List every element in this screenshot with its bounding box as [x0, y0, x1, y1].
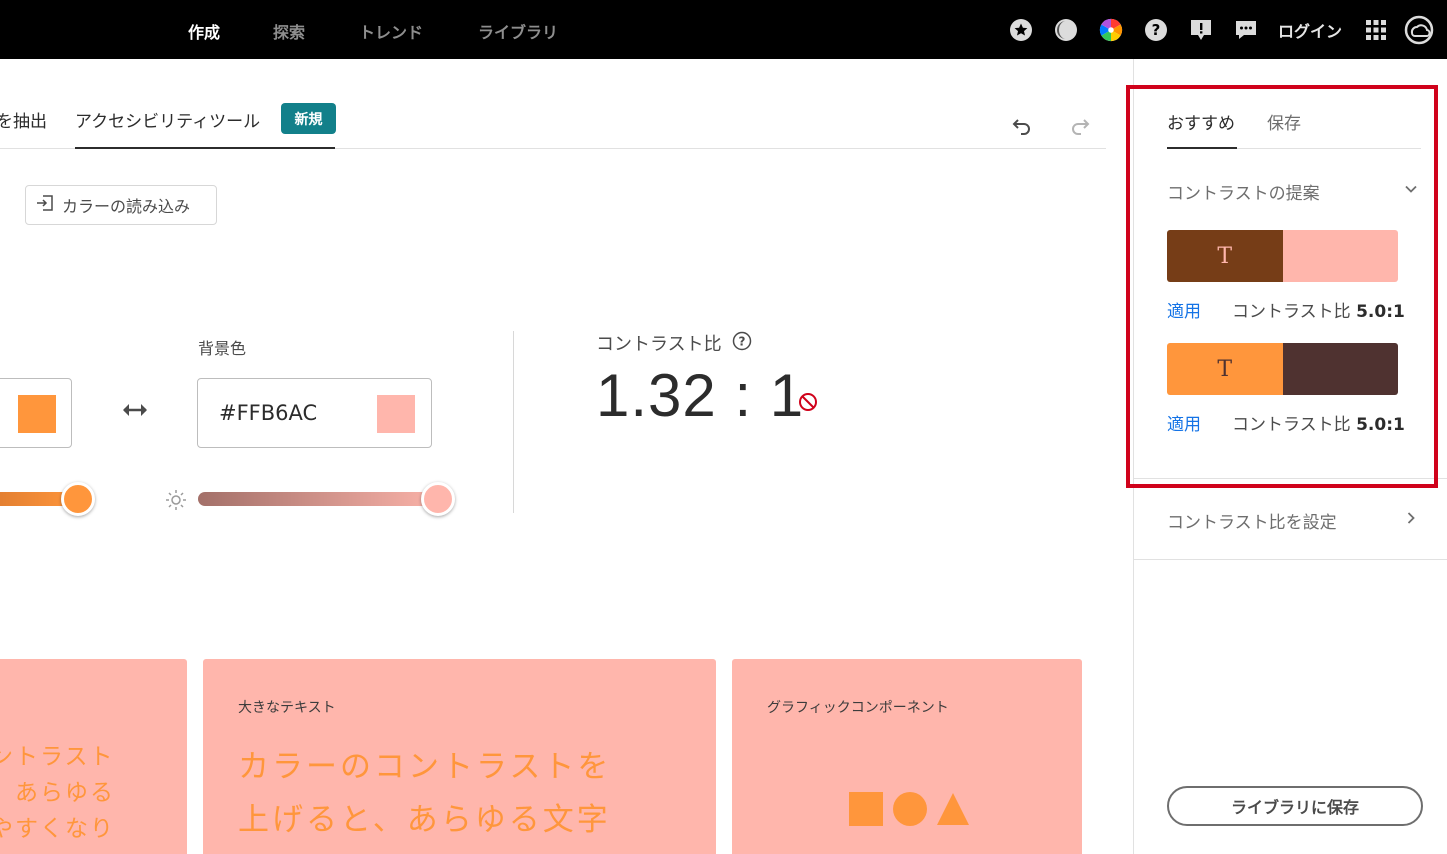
graphic-components-preview-card: グラフィックコンポーネント [732, 659, 1082, 854]
brightness-icon [165, 489, 187, 515]
contrast-ratio-label: コントラスト比 [596, 334, 722, 355]
circle-shape-icon [893, 792, 927, 826]
suggestion-ratio-value: 5.0:1 [1356, 302, 1405, 322]
background-color-slider-thumb[interactable] [421, 482, 455, 516]
creative-cloud-icon[interactable] [1404, 15, 1434, 45]
suggestion-swatch-pair[interactable]: T [1167, 230, 1398, 282]
chevron-right-icon[interactable] [1404, 510, 1418, 529]
chat-icon[interactable] [1234, 18, 1258, 42]
tab-extract-theme[interactable]: を抽出 [0, 107, 47, 132]
import-colors-button[interactable]: カラーの読み込み [25, 185, 217, 225]
suggestion-background-color [1282, 230, 1398, 282]
text-color-slider-thumb[interactable] [61, 482, 95, 516]
vertical-divider [513, 331, 514, 513]
graphic-components-title: グラフィックコンポーネント [767, 700, 949, 716]
active-tab-indicator [75, 147, 335, 149]
redo-icon[interactable] [1068, 114, 1092, 138]
info-icon[interactable]: ? [732, 331, 752, 356]
contrast-icon[interactable] [1054, 18, 1078, 42]
small-text-line: 、あらゆる [0, 780, 115, 806]
text-color-input[interactable] [0, 378, 72, 448]
tab-recommended[interactable]: おすすめ [1167, 109, 1235, 134]
tab-accessibility-tools[interactable]: アクセシビリティツール [75, 107, 260, 132]
suggestion-ratio-label: コントラスト比 [1232, 415, 1351, 435]
svg-text:?: ? [1152, 21, 1161, 39]
small-text-line: ントラスト [0, 744, 115, 770]
large-text-title: 大きなテキスト [238, 700, 336, 716]
suggestion-ratio-label: コントラスト比 [1232, 302, 1351, 322]
background-hex-value[interactable]: #FFB6AC [219, 401, 317, 425]
square-shape-icon [849, 792, 883, 826]
small-text-preview-card: ントラスト 、あらゆる やすくなり [0, 659, 187, 854]
small-text-line: やすくなり [0, 816, 115, 842]
nav-explore[interactable]: 探索 [273, 19, 305, 43]
suggestion-swatch-pair[interactable]: T [1167, 343, 1398, 395]
chevron-down-icon[interactable] [1404, 181, 1418, 200]
import-icon [36, 194, 54, 216]
contrast-suggestions-heading[interactable]: コントラストの提案 [1167, 179, 1419, 204]
contrast-ratio-value: 1.32 : 1 [596, 362, 805, 429]
swap-colors-icon[interactable] [121, 399, 149, 425]
suggestion-ratio: コントラスト比 5.0:1 [1232, 410, 1405, 435]
contrast-ratio-heading: コントラスト比 ? [596, 330, 752, 356]
triangle-shape-icon [936, 792, 970, 830]
fail-icon [798, 392, 818, 416]
large-text-line: 上げると、あらゆる文字 [238, 802, 611, 838]
background-color-input[interactable]: #FFB6AC [197, 378, 432, 448]
background-color-swatch[interactable] [377, 395, 415, 433]
suggestion-ratio-value: 5.0:1 [1356, 415, 1405, 435]
set-contrast-ratio-row[interactable]: コントラスト比を設定 [1167, 508, 1337, 533]
right-active-tab-indicator [1167, 147, 1237, 149]
login-link[interactable]: ログイン [1278, 18, 1342, 42]
suggestion-background-color [1282, 343, 1398, 395]
import-colors-label: カラーの読み込み [62, 197, 191, 216]
suggestion-text-color: T [1167, 230, 1283, 282]
background-color-slider-track[interactable] [198, 492, 453, 506]
background-color-label: 背景色 [198, 339, 247, 358]
large-text-preview-card: 大きなテキスト カラーのコントラストを 上げると、あらゆる文字 [203, 659, 716, 854]
svg-text:?: ? [738, 334, 745, 348]
main-content: を抽出 アクセシビリティツール 新規 カラーの読み込み 背景色 #FFB6AC … [0, 59, 1133, 854]
large-text-line: カラーのコントラストを [238, 749, 612, 785]
section-divider [1134, 478, 1447, 479]
apps-grid-icon[interactable] [1364, 18, 1388, 42]
suggestion-ratio: コントラスト比 5.0:1 [1232, 297, 1405, 322]
apply-suggestion-link[interactable]: 適用 [1167, 410, 1201, 435]
save-to-library-button[interactable]: ライブラリに保存 [1167, 786, 1423, 826]
nav-libraries[interactable]: ライブラリ [478, 19, 558, 43]
color-wheel-icon[interactable] [1099, 18, 1123, 42]
apply-suggestion-link[interactable]: 適用 [1167, 297, 1201, 322]
tab-saved[interactable]: 保存 [1267, 109, 1301, 134]
section-divider [1134, 559, 1447, 560]
star-icon[interactable] [1009, 18, 1033, 42]
top-navigation-bar: 作成 探索 トレンド ライブラリ ? ログイン [0, 0, 1447, 59]
nav-trends[interactable]: トレンド [359, 19, 423, 43]
suggestions-panel: おすすめ 保存 コントラストの提案 T 適用 コントラスト比 5.0:1 T 適… [1133, 59, 1447, 854]
text-color-swatch[interactable] [18, 395, 56, 433]
help-icon[interactable]: ? [1144, 18, 1168, 42]
undo-icon[interactable] [1010, 114, 1034, 138]
suggestion-text-color: T [1167, 343, 1283, 395]
nav-create[interactable]: 作成 [188, 19, 220, 43]
feedback-icon[interactable] [1189, 18, 1213, 42]
new-badge: 新規 [281, 103, 336, 134]
